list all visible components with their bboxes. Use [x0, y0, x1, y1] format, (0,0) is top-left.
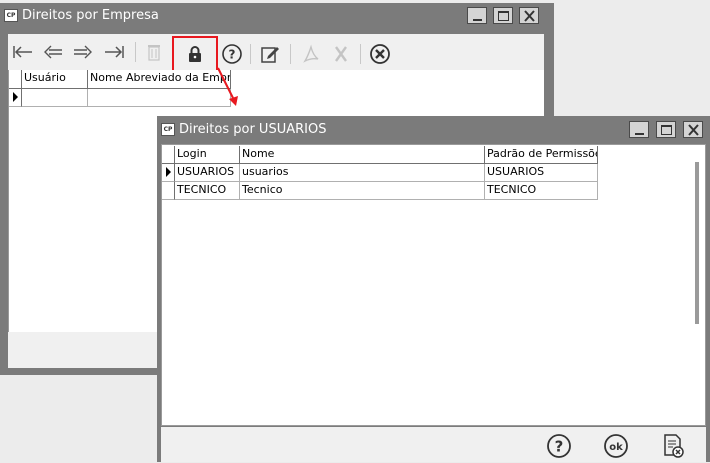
maximize-icon	[661, 125, 672, 135]
toolbar-separator	[290, 44, 291, 64]
column-header-usuario[interactable]: Usuário	[22, 70, 88, 89]
cancel-button[interactable]	[659, 432, 687, 460]
help-icon: ?	[222, 44, 242, 64]
last-record-button[interactable]	[101, 39, 127, 65]
row-indicator-header	[9, 70, 22, 89]
edit-button[interactable]	[257, 41, 283, 67]
app-icon: CP	[4, 9, 18, 22]
row-indicator	[9, 89, 22, 107]
table-row-cell[interactable]: Tecnico	[240, 182, 485, 200]
toolbar-separator	[360, 44, 361, 64]
close-button[interactable]	[683, 121, 703, 138]
export-pdf-button[interactable]	[298, 41, 324, 67]
svg-text:?: ?	[555, 438, 564, 456]
help-button[interactable]: ?	[219, 41, 245, 67]
pdf-icon	[303, 44, 319, 63]
column-header-nome[interactable]: Nome	[240, 146, 485, 164]
cancel-report-icon	[664, 434, 684, 458]
table-row-cell[interactable]: USUARIOS	[485, 164, 598, 182]
column-header-padrao-permissoes[interactable]: Padrão de Permissões	[485, 146, 598, 164]
column-header-nome-empresa[interactable]: Nome Abreviado da Empresa	[88, 70, 231, 89]
vertical-scrollbar[interactable]	[695, 162, 699, 324]
grid-cell[interactable]	[88, 89, 231, 107]
close-icon	[524, 10, 535, 22]
window-title: Direitos por Empresa	[22, 8, 159, 23]
export-excel-button[interactable]	[328, 41, 354, 67]
svg-text:ok: ok	[609, 442, 623, 453]
minimize-button[interactable]	[629, 121, 649, 138]
table-row-cell[interactable]: TECNICO	[485, 182, 598, 200]
next-icon	[74, 45, 92, 59]
maximize-button[interactable]	[656, 121, 676, 138]
table-row-cell[interactable]: usuarios	[240, 164, 485, 182]
maximize-button[interactable]	[493, 7, 513, 24]
table-row-cell[interactable]: USUARIOS	[175, 164, 240, 182]
close-button[interactable]	[519, 7, 539, 24]
lock-icon	[189, 46, 201, 62]
excel-icon	[335, 46, 347, 62]
close-icon	[688, 124, 699, 136]
minimize-button[interactable]	[467, 7, 487, 24]
usuarios-titlebar[interactable]: CP Direitos por USUARIOS	[157, 116, 710, 144]
help-button[interactable]: ?	[545, 432, 573, 460]
toolbar-separator	[250, 44, 251, 64]
empresa-titlebar[interactable]: CP Direitos por Empresa	[0, 3, 554, 29]
last-icon	[105, 46, 124, 58]
next-record-button[interactable]	[70, 39, 96, 65]
current-row-icon	[166, 167, 171, 177]
help-icon: ?	[547, 434, 571, 458]
toolbar-separator	[135, 42, 136, 62]
row-indicator	[162, 164, 175, 182]
ok-button[interactable]: ok	[602, 432, 630, 460]
prev-icon	[44, 45, 62, 59]
previous-record-button[interactable]	[40, 39, 66, 65]
close-circle-icon	[370, 44, 390, 64]
window-title: Direitos por USUARIOS	[179, 122, 327, 137]
table-row-cell[interactable]: TECNICO	[175, 182, 240, 200]
annotation-arrow	[217, 67, 238, 106]
row-indicator-header	[162, 146, 175, 164]
first-icon	[13, 46, 32, 58]
row-indicator	[162, 182, 175, 200]
column-header-login[interactable]: Login	[175, 146, 240, 164]
ok-icon: ok	[604, 434, 628, 458]
svg-text:?: ?	[229, 48, 236, 62]
minimize-icon	[635, 133, 644, 135]
minimize-icon	[473, 19, 482, 21]
permissions-lock-button[interactable]	[182, 41, 208, 67]
delete-icon	[148, 45, 160, 61]
grid-cell[interactable]	[22, 89, 88, 107]
maximize-icon	[498, 11, 509, 21]
delete-button[interactable]	[141, 39, 167, 65]
usuarios-window: CP Direitos por USUARIOS Login Nome Padr…	[157, 116, 710, 462]
close-form-button[interactable]	[367, 41, 393, 67]
current-row-icon	[13, 92, 18, 102]
first-record-button[interactable]	[10, 39, 36, 65]
edit-icon	[261, 47, 279, 63]
app-icon: CP	[161, 123, 175, 136]
